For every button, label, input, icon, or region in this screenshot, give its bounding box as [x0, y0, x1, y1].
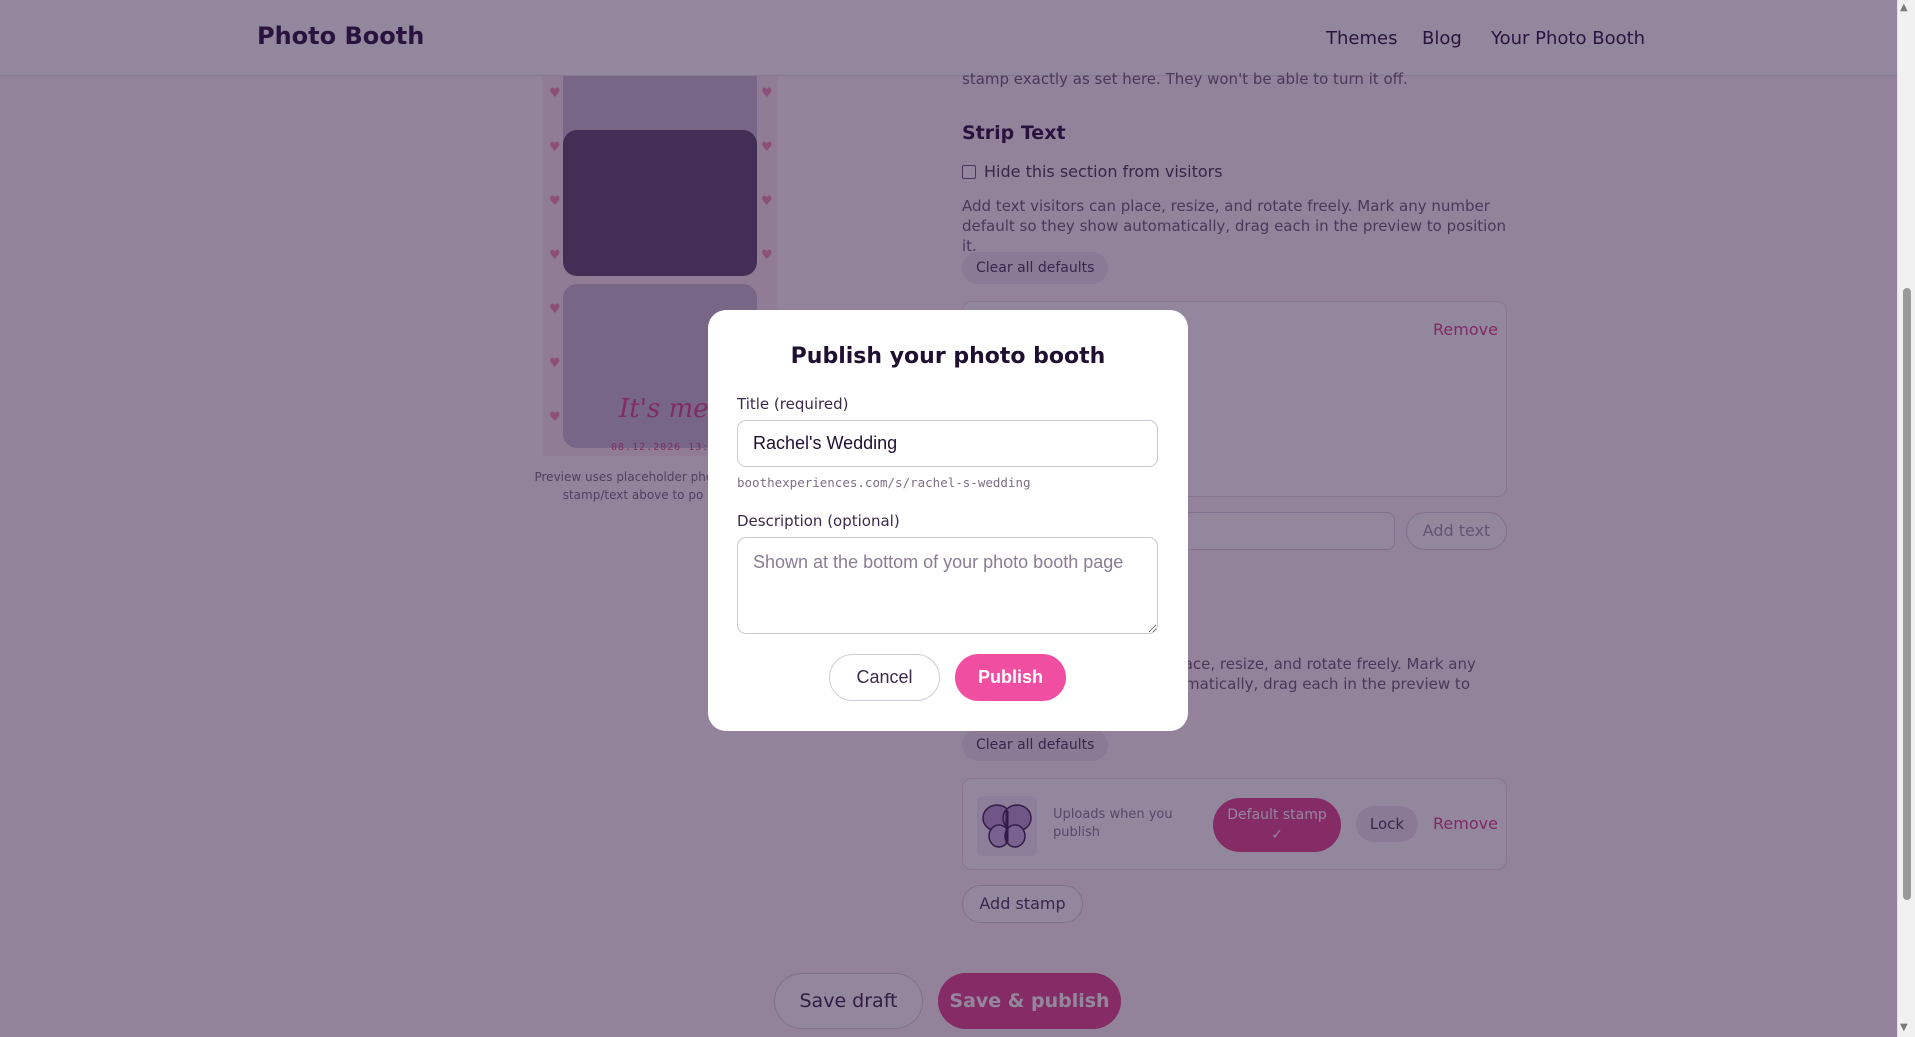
booth-url-preview: boothexperiences.com/s/rachel-s-wedding — [737, 475, 1031, 490]
scroll-up-arrow-icon[interactable]: ▲ — [1900, 2, 1908, 13]
title-label: Title (required) — [737, 395, 849, 413]
publish-dialog: Publish your photo booth Title (required… — [708, 310, 1188, 731]
scroll-down-arrow-icon[interactable]: ▼ — [1900, 1022, 1908, 1033]
scrollbar-thumb[interactable] — [1903, 288, 1911, 900]
cancel-button[interactable]: Cancel — [829, 654, 940, 701]
publish-button[interactable]: Publish — [955, 654, 1066, 701]
description-input[interactable] — [737, 537, 1158, 634]
title-input[interactable] — [737, 420, 1158, 467]
dialog-title: Publish your photo booth — [790, 344, 1106, 369]
description-label: Description (optional) — [737, 512, 900, 530]
